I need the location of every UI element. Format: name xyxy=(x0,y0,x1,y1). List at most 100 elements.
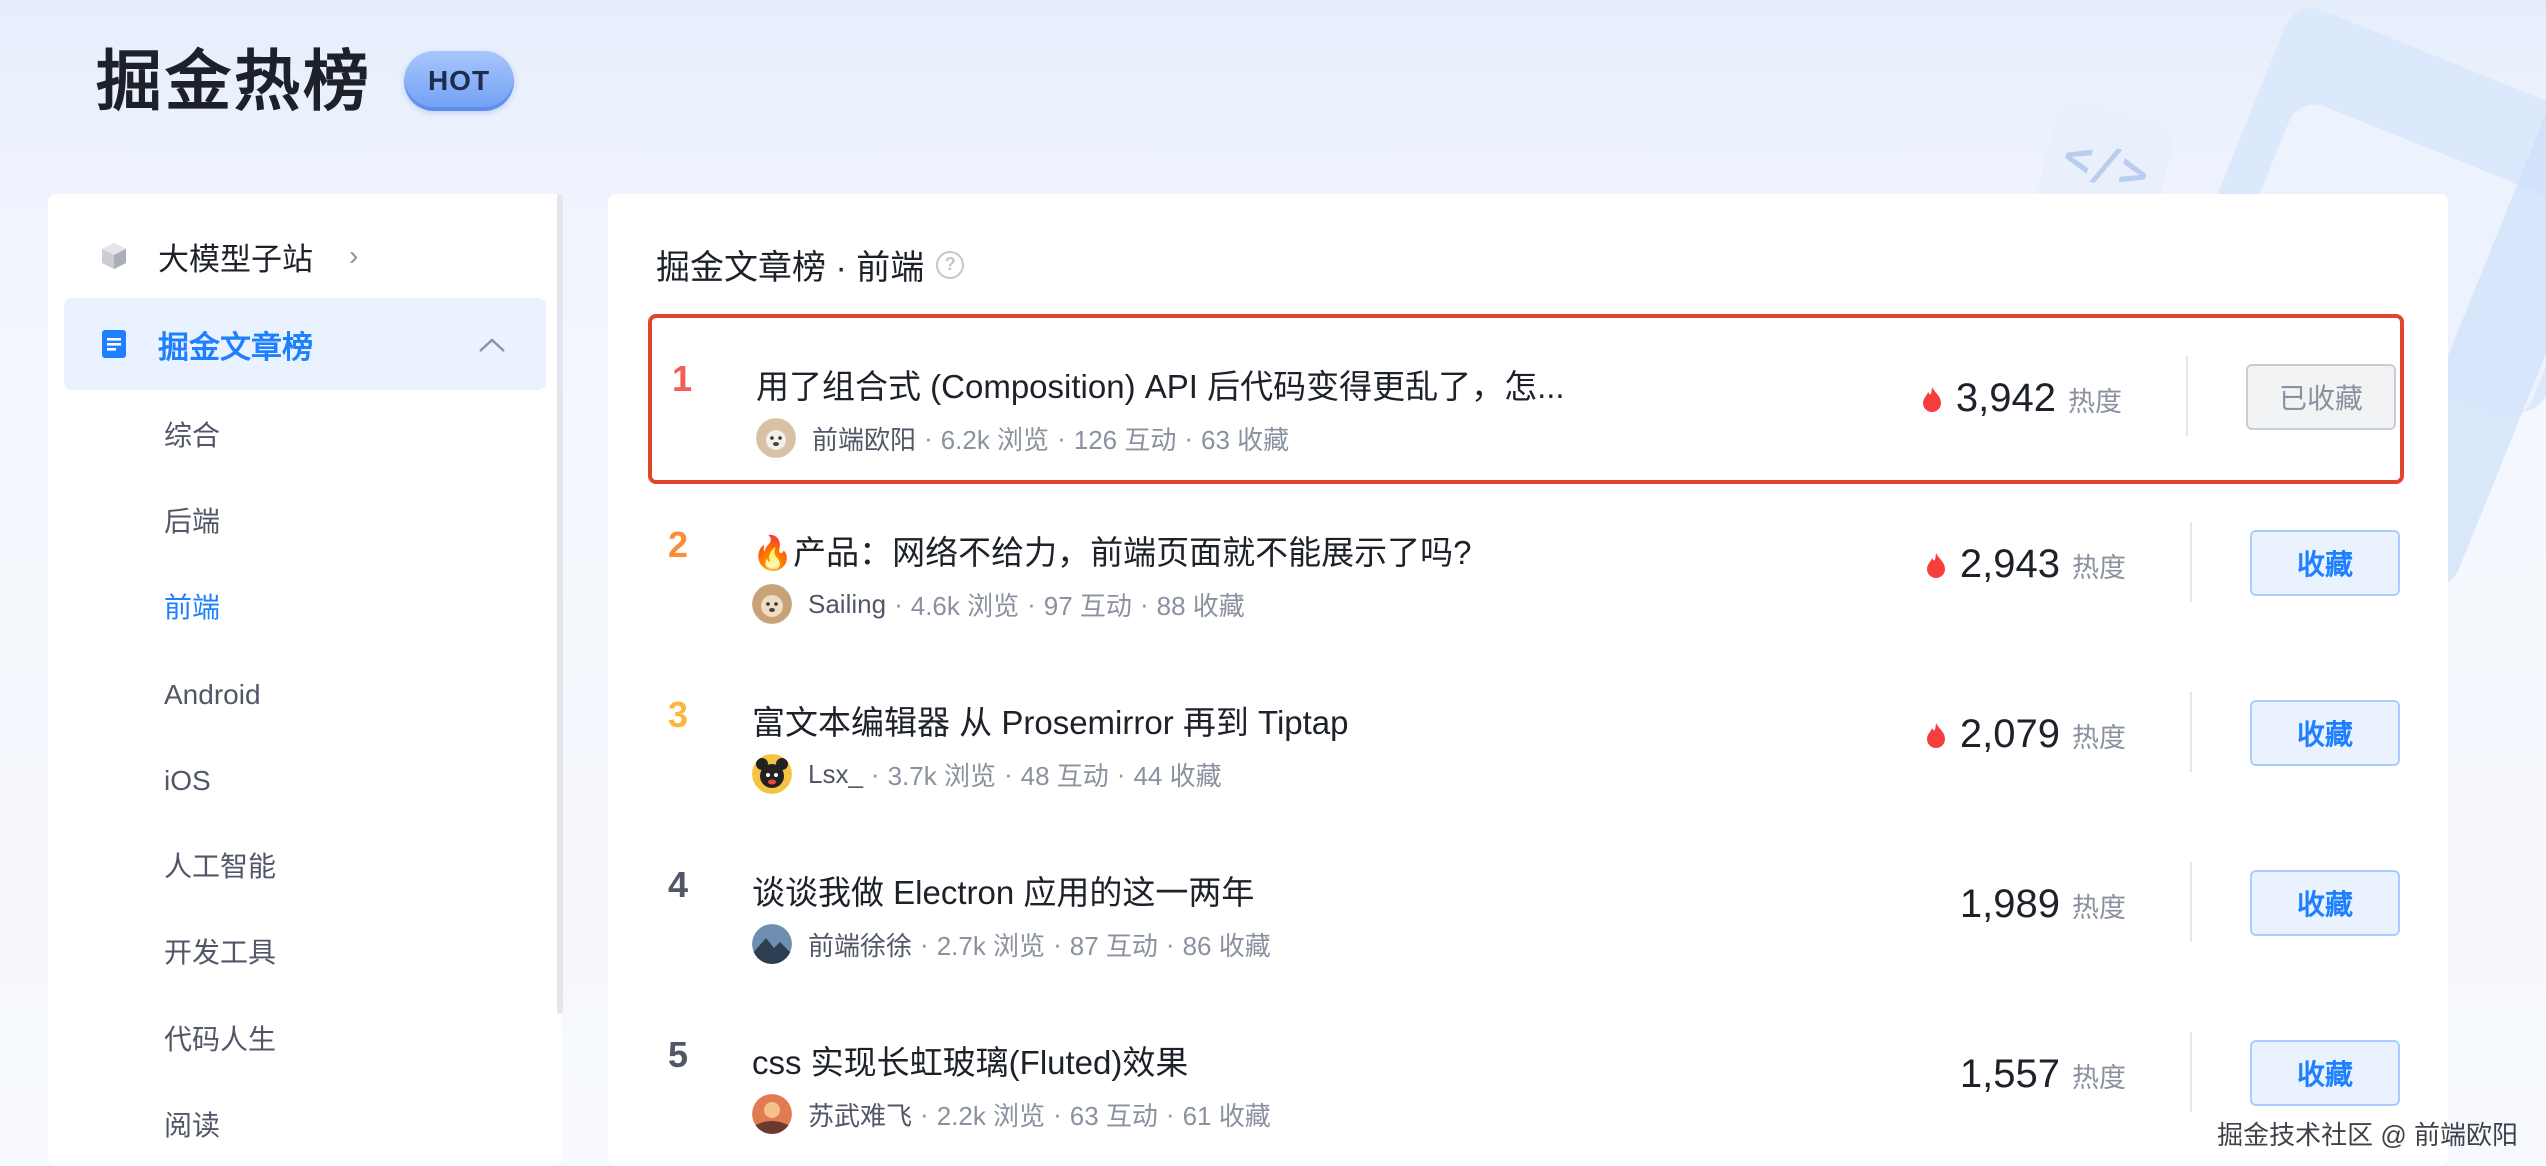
article-meta: 前端欧阳 · 6.2k 浏览 · 126 互动 · 63 收藏 xyxy=(756,418,1289,458)
sidebar-sub-item[interactable]: 综合 xyxy=(164,416,220,456)
sidebar-item-label: 大模型子站 xyxy=(158,241,313,277)
interaction-count: 87 互动 xyxy=(1069,930,1158,961)
collect-button[interactable]: 收藏 xyxy=(2250,700,2400,766)
meta-separator: · xyxy=(1053,928,1062,959)
rank-number: 1 xyxy=(672,358,693,399)
heat-label: 热度 xyxy=(2068,387,2122,417)
avatar[interactable] xyxy=(752,584,792,624)
sidebar-item-article-rank[interactable]: 掘金文章榜 xyxy=(64,298,546,390)
chevron-right-icon: › xyxy=(349,240,359,271)
meta-separator: · xyxy=(1116,758,1126,789)
article-title[interactable]: css 实现长虹玻璃(Fluted)效果 xyxy=(752,1036,1188,1084)
rank-number: 2 xyxy=(668,524,689,565)
meta-separator: · xyxy=(920,928,929,959)
author-name[interactable]: 前端欧阳 xyxy=(812,420,916,457)
divider xyxy=(2190,692,2192,772)
avatar[interactable] xyxy=(752,1094,792,1134)
collection-count: 86 收藏 xyxy=(1182,930,1271,961)
cube-icon xyxy=(98,240,130,272)
article-title[interactable]: 用了组合式 (Composition) API 后代码变得更乱了，怎... xyxy=(756,360,1565,408)
meta-separator: · xyxy=(1057,422,1066,453)
sidebar-scrollbar[interactable] xyxy=(557,194,563,1014)
view-count: 4.6k 浏览 xyxy=(910,590,1020,621)
collection-count: 63 收藏 xyxy=(1201,424,1290,455)
fire-icon xyxy=(1926,552,1945,578)
rank-number: 4 xyxy=(668,864,689,905)
article-row[interactable]: 4 谈谈我做 Electron 应用的这一两年 前端徐徐 · 2.7k 浏览 ·… xyxy=(648,824,2404,994)
meta-separator: · xyxy=(1053,1098,1062,1129)
chevron-up-icon[interactable] xyxy=(478,328,506,360)
heat-label: 热度 xyxy=(2072,723,2126,753)
meta-separator: · xyxy=(1139,588,1149,619)
rank-title: 掘金文章榜 · 前端 xyxy=(656,249,925,287)
heat-score: 3,942 热度 xyxy=(1922,376,2122,421)
help-icon[interactable]: ? xyxy=(936,250,965,279)
heat-label: 热度 xyxy=(2072,1063,2126,1093)
author-name[interactable]: Lsx_ xyxy=(808,759,863,790)
heat-value: 1,557 xyxy=(1959,1052,2060,1096)
heat-value: 2,943 xyxy=(1959,542,2060,586)
heat-score: 1,989 热度 xyxy=(1960,882,2126,927)
hot-badge: HOT xyxy=(404,51,514,111)
article-meta: Lsx_ · 3.7k 浏览 · 48 互动 · 44 收藏 xyxy=(752,754,1222,794)
author-name[interactable]: 前端徐徐 xyxy=(808,926,912,963)
sidebar-item-label: 掘金文章榜 xyxy=(158,329,313,365)
collect-button[interactable]: 收藏 xyxy=(2250,530,2400,596)
article-title[interactable]: 富文本编辑器 从 Prosemirror 再到 Tiptap xyxy=(752,696,1349,744)
sidebar-sub-item[interactable]: 人工智能 xyxy=(164,847,276,887)
view-count: 2.7k 浏览 xyxy=(936,930,1046,961)
heat-score: 2,079 热度 xyxy=(1926,712,2126,757)
divider xyxy=(2190,1032,2192,1112)
rank-number: 3 xyxy=(668,694,689,735)
collection-count: 88 收藏 xyxy=(1156,590,1245,621)
view-count: 3.7k 浏览 xyxy=(887,760,996,791)
view-count: 2.2k 浏览 xyxy=(936,1100,1046,1131)
collection-count: 61 收藏 xyxy=(1182,1100,1271,1131)
meta-separator: · xyxy=(1027,588,1036,619)
article-meta: Sailing · 4.6k 浏览 · 97 互动 · 88 收藏 xyxy=(752,584,1245,624)
interaction-count: 63 互动 xyxy=(1069,1100,1158,1131)
article-title[interactable]: 谈谈我做 Electron 应用的这一两年 xyxy=(752,866,1254,914)
heat-value: 1,989 xyxy=(1959,882,2060,926)
sidebar-item-llm-site[interactable]: 大模型子站 › xyxy=(64,210,546,302)
sidebar-sub-item[interactable]: 阅读 xyxy=(164,1106,220,1146)
article-row[interactable]: 5 css 实现长虹玻璃(Fluted)效果 苏武难飞 · 2.2k 浏览 · … xyxy=(648,994,2404,1164)
sidebar-sub-item[interactable]: 后端 xyxy=(164,502,220,542)
avatar[interactable] xyxy=(752,754,792,794)
heat-label: 热度 xyxy=(2072,893,2126,923)
article-meta: 前端徐徐 · 2.7k 浏览 · 87 互动 · 86 收藏 xyxy=(752,924,1271,964)
article-row[interactable]: 1 用了组合式 (Composition) API 后代码变得更乱了，怎... … xyxy=(648,314,2404,484)
avatar[interactable] xyxy=(756,418,796,458)
document-icon xyxy=(98,328,130,360)
rank-header: 掘金文章榜 · 前端 ? xyxy=(656,240,965,289)
article-row[interactable]: 2 🔥产品：网络不给力，前端页面就不能展示了吗? Sailing · 4.6k … xyxy=(648,484,2404,654)
interaction-count: 97 互动 xyxy=(1043,590,1132,621)
collected-button[interactable]: 已收藏 xyxy=(2246,364,2396,430)
main-panel: 掘金文章榜 · 前端 ? 1 用了组合式 (Composition) API 后… xyxy=(608,194,2448,1166)
article-title[interactable]: 🔥产品：网络不给力，前端页面就不能展示了吗? xyxy=(752,526,1471,574)
article-row[interactable]: 3 富文本编辑器 从 Prosemirror 再到 Tiptap Lsx_ · … xyxy=(648,654,2404,824)
meta-separator: · xyxy=(1165,928,1175,959)
heat-score: 2,943 热度 xyxy=(1926,542,2126,587)
collect-button[interactable]: 收藏 xyxy=(2250,870,2400,936)
heat-value: 2,079 xyxy=(1959,712,2060,756)
collection-count: 44 收藏 xyxy=(1133,760,1222,791)
collect-button[interactable]: 收藏 xyxy=(2250,1040,2400,1106)
sidebar-sub-item[interactable]: iOS xyxy=(164,761,211,801)
sidebar-sub-item[interactable]: 代码人生 xyxy=(164,1020,276,1060)
view-count: 6.2k 浏览 xyxy=(940,424,1050,455)
meta-separator: · xyxy=(894,588,903,619)
author-name[interactable]: Sailing xyxy=(808,589,886,620)
meta-separator: · xyxy=(920,1098,929,1129)
sidebar-sub-item-active[interactable]: 前端 xyxy=(164,588,220,628)
author-name[interactable]: 苏武难飞 xyxy=(808,1096,912,1133)
sidebar-sub-item[interactable]: 开发工具 xyxy=(164,933,276,973)
avatar[interactable] xyxy=(752,924,792,964)
meta-separator: · xyxy=(1003,758,1013,789)
divider xyxy=(2190,862,2192,942)
watermark: 掘金技术社区 @ 前端欧阳 xyxy=(2217,1120,2518,1150)
sidebar-sub-item[interactable]: Android xyxy=(164,675,261,715)
heat-label: 热度 xyxy=(2072,553,2126,583)
meta-separator: · xyxy=(870,758,880,789)
meta-separator: · xyxy=(924,422,933,453)
